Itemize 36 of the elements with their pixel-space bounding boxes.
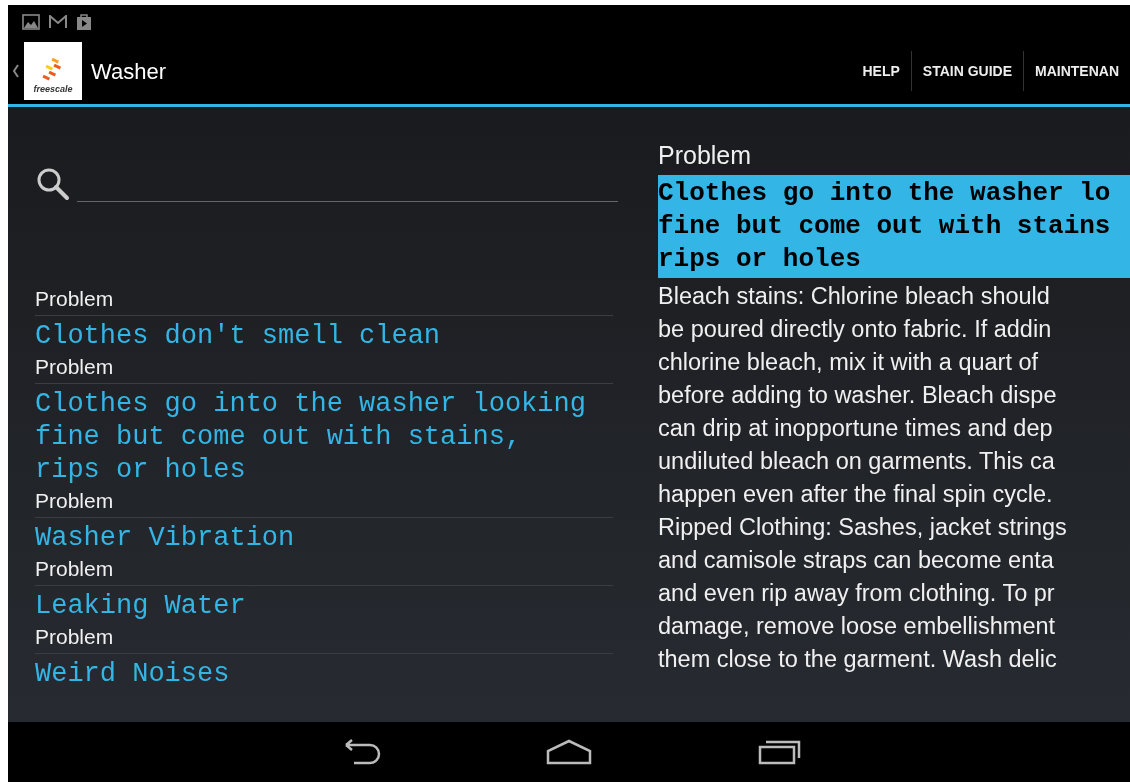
detail-text-line: and camisole straps can become enta xyxy=(658,546,1055,575)
detail-text-line: chlorine bleach, mix it with a quart of xyxy=(658,348,1040,377)
detail-text-line: Ripped Clothing: Sashes, jacket strings xyxy=(658,513,1068,542)
detail-text-line: undiluted bleach on garments. This ca xyxy=(658,447,1056,476)
detail-heading: Problem xyxy=(658,140,753,171)
logo-text: freescale xyxy=(33,84,73,94)
shopping-bag-icon xyxy=(76,12,92,31)
detail-text-line: can drip at inopportune times and dep xyxy=(658,414,1054,443)
mail-icon xyxy=(49,14,67,29)
problem-title[interactable]: Leaking Water xyxy=(35,586,613,623)
action-tab[interactable]: HELP xyxy=(851,60,911,82)
problem-title[interactable]: Clothes don't smell clean xyxy=(35,316,613,353)
problem-label: Problem xyxy=(35,557,114,580)
caret-icon[interactable] xyxy=(12,63,20,79)
gallery-icon xyxy=(22,13,40,30)
detail-text-line: be poured directly onto fabric. If addin xyxy=(658,315,1053,344)
problem-title[interactable]: Washer Vibration xyxy=(35,518,613,555)
problem-label: Problem xyxy=(35,489,114,512)
detail-text-line: damage, remove loose embellishment xyxy=(658,612,1057,641)
detail-text-line: happen even after the final spin cycle. xyxy=(658,480,1054,509)
action-tab[interactable]: STAIN GUIDE xyxy=(911,60,1023,82)
detail-title: Clothes go into the washer lo fine but come out with stains rips or holes xyxy=(658,175,1130,278)
detail-text-line: them close to the garment. Wash delic xyxy=(658,645,1058,674)
search-icon[interactable] xyxy=(35,166,71,202)
problem-label: Problem xyxy=(35,625,114,648)
problem-title[interactable]: Clothes go into the washer looking fine but come out with stains, rips or holes xyxy=(35,384,613,487)
app-logo[interactable]: freescale xyxy=(24,42,82,100)
app-title: Washer xyxy=(91,57,166,86)
action-tab[interactable]: MAINTENAN xyxy=(1024,60,1130,82)
home-icon[interactable] xyxy=(544,737,594,767)
problem-title[interactable]: Weird Noises xyxy=(35,654,613,691)
detail-text-line: and even rip away from clothing. To pr xyxy=(658,579,1056,608)
detail-text-line: Bleach stains: Chlorine bleach should xyxy=(658,282,1051,311)
problem-label: Problem xyxy=(35,287,114,310)
detail-text-line: before adding to washer. Bleach dispe xyxy=(658,381,1058,410)
problem-label: Problem xyxy=(35,355,114,378)
